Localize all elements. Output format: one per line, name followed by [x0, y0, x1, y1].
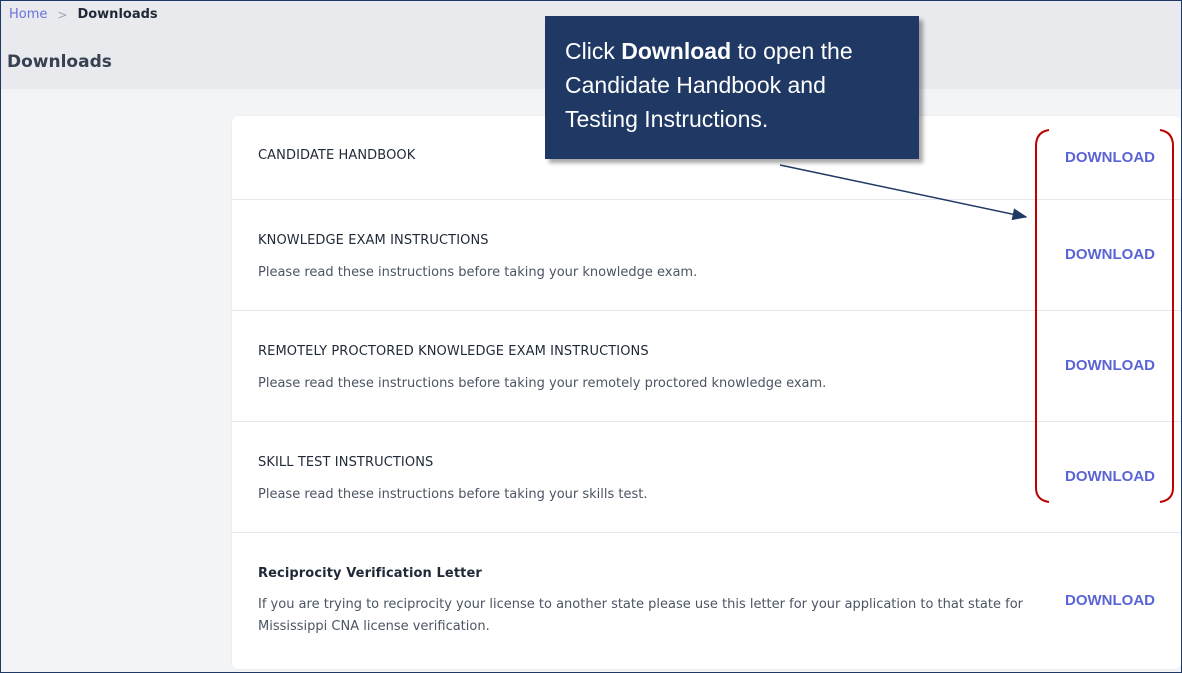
row-title: REMOTELY PROCTORED KNOWLEDGE EXAM INSTRU…: [258, 344, 649, 359]
list-item: Reciprocity Verification Letter If you a…: [232, 533, 1181, 669]
breadcrumb-home-link[interactable]: Home: [9, 7, 47, 22]
download-button-skill-test[interactable]: DOWNLOAD: [1058, 468, 1162, 485]
download-button-remote-knowledge-exam[interactable]: DOWNLOAD: [1058, 357, 1162, 374]
chevron-right-icon: >: [57, 7, 68, 22]
row-description: Please read these instructions before ta…: [258, 265, 698, 280]
list-item: SKILL TEST INSTRUCTIONS Please read thes…: [232, 422, 1181, 533]
download-button-knowledge-exam[interactable]: DOWNLOAD: [1058, 246, 1162, 263]
row-title: KNOWLEDGE EXAM INSTRUCTIONS: [258, 233, 489, 248]
row-description: Please read these instructions before ta…: [258, 487, 648, 502]
instruction-callout: Click Download to open the Candidate Han…: [545, 16, 919, 159]
download-button-candidate-handbook[interactable]: DOWNLOAD: [1058, 149, 1162, 166]
row-description: Please read these instructions before ta…: [258, 376, 827, 391]
row-title: Reciprocity Verification Letter: [258, 566, 482, 581]
breadcrumb: Home > Downloads: [9, 7, 158, 22]
list-item: KNOWLEDGE EXAM INSTRUCTIONS Please read …: [232, 200, 1181, 311]
callout-prefix: Click: [565, 38, 622, 64]
app-window: Home > Downloads Downloads CANDIDATE HAN…: [0, 0, 1182, 673]
download-button-reciprocity-letter[interactable]: DOWNLOAD: [1058, 592, 1162, 609]
list-item: REMOTELY PROCTORED KNOWLEDGE EXAM INSTRU…: [232, 311, 1181, 422]
row-title: SKILL TEST INSTRUCTIONS: [258, 455, 434, 470]
page-title: Downloads: [7, 52, 112, 72]
row-title: CANDIDATE HANDBOOK: [258, 148, 416, 163]
breadcrumb-current: Downloads: [77, 7, 158, 22]
row-description: If you are trying to reciprocity your li…: [258, 597, 1024, 634]
callout-bold: Download: [621, 38, 732, 64]
downloads-card: CANDIDATE HANDBOOK DOWNLOAD KNOWLEDGE EX…: [232, 116, 1181, 669]
